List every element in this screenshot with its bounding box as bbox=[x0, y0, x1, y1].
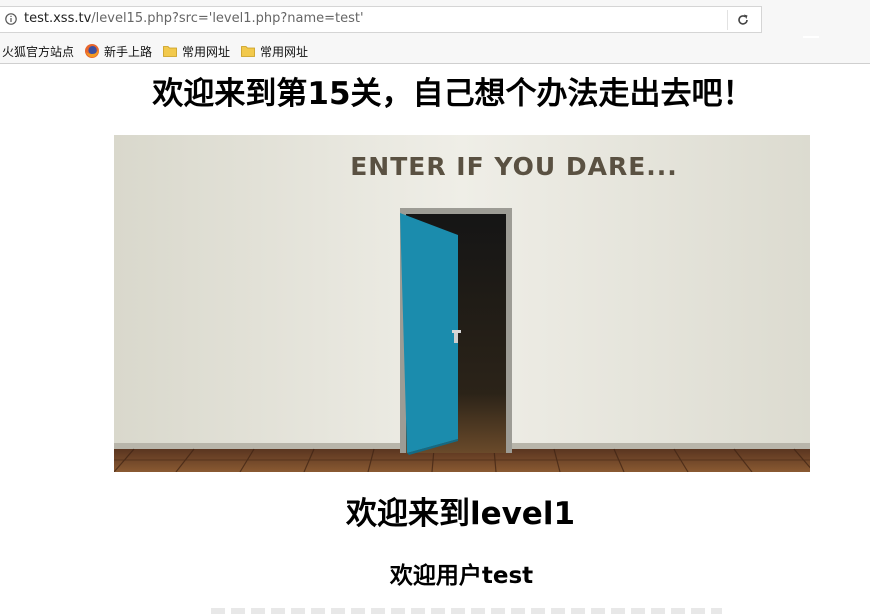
image-caption: ENTER IF YOU DARE... bbox=[350, 152, 678, 181]
welcome-user-text: 欢迎用户test bbox=[389, 563, 534, 589]
bookmark-label: 新手上路 bbox=[104, 44, 153, 59]
page-title: 欢迎来到第15关，自己想个办法走出去吧！ bbox=[152, 76, 754, 112]
toolbar-divider bbox=[0, 63, 870, 64]
url-separator bbox=[727, 10, 728, 30]
bookmark-label: 常用网址 bbox=[182, 44, 231, 59]
folder-icon bbox=[241, 46, 255, 57]
level-heading: 欢迎来到level1 bbox=[345, 496, 576, 532]
bookmark-folder-common-2[interactable]: 常用网址 bbox=[240, 43, 308, 60]
bookmark-firefox-official[interactable]: 火狐官方站点 bbox=[2, 43, 74, 60]
browser-toolbar: test.xss.tv/level15.php?src='level1.php?… bbox=[0, 0, 870, 64]
address-bar[interactable]: test.xss.tv/level15.php?src='level1.php?… bbox=[0, 6, 762, 33]
folder-icon bbox=[163, 46, 177, 57]
url-text[interactable]: test.xss.tv/level15.php?src='level1.php?… bbox=[24, 11, 364, 26]
search-input[interactable] bbox=[211, 608, 722, 614]
url-host: test.xss.tv bbox=[24, 11, 92, 26]
bookmark-label: 常用网址 bbox=[260, 44, 309, 59]
reload-icon[interactable] bbox=[736, 13, 750, 27]
firefox-icon bbox=[85, 44, 100, 58]
bookmark-label: 火狐官方站点 bbox=[2, 44, 75, 59]
url-path: /level15.php?src='level1.php?name=test' bbox=[91, 11, 364, 26]
bookmarks-bar: 火狐官方站点 新手上路 常用网址 常用网址 bbox=[0, 40, 316, 62]
info-icon[interactable] bbox=[5, 13, 17, 25]
bookmark-getting-started[interactable]: 新手上路 bbox=[84, 43, 152, 60]
level-image: ENTER IF YOU DARE... bbox=[114, 135, 810, 472]
bookmark-folder-common-1[interactable]: 常用网址 bbox=[162, 43, 230, 60]
toolbar-indicator bbox=[803, 36, 819, 38]
